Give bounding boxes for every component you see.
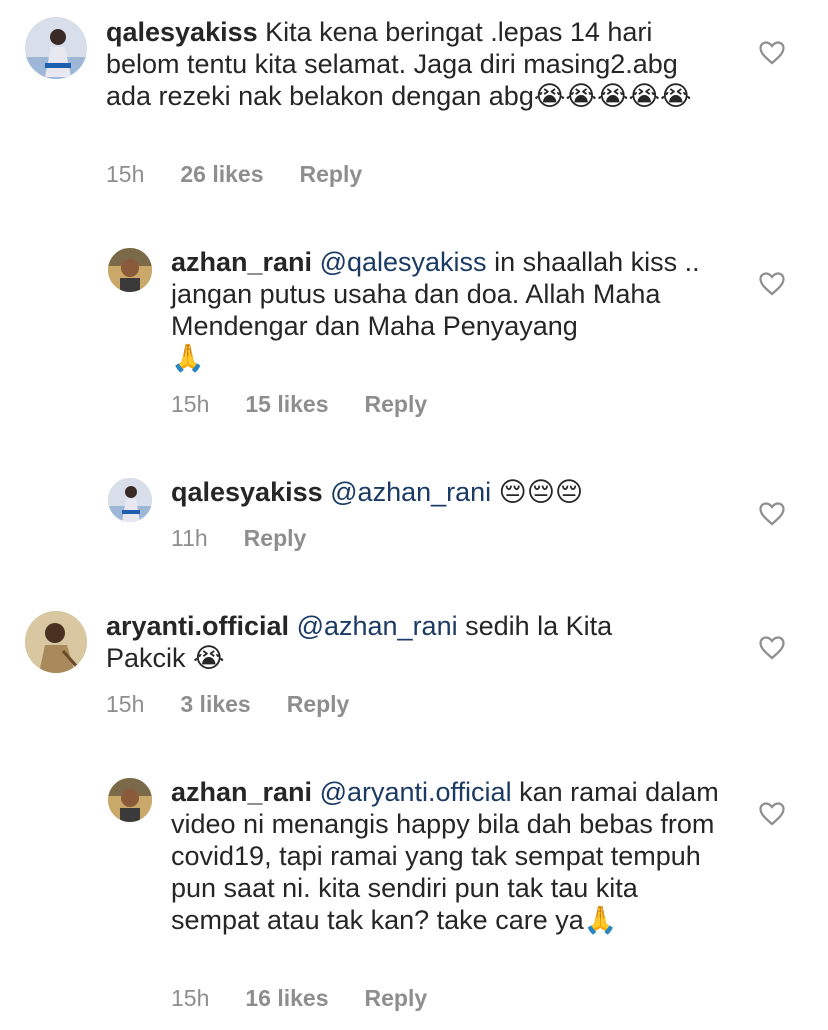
comment-time: 15h <box>106 161 145 187</box>
mention-link[interactable]: @azhan_rani <box>297 611 458 641</box>
comment-likes[interactable]: 3 likes <box>180 691 250 718</box>
comment-username[interactable]: azhan_rani <box>171 777 312 807</box>
mention-link[interactable]: @azhan_rani <box>330 477 491 507</box>
profile-photo-icon <box>25 17 87 79</box>
profile-photo-icon <box>108 248 152 292</box>
pensive-face-emoji-icon: 😔😔😔 <box>498 477 584 507</box>
crying-face-emoji-icon: 😭😭😭😭😭 <box>533 81 692 111</box>
heart-outline-icon[interactable] <box>759 41 785 65</box>
comment-text: qalesyakiss @azhan_rani 😔😔😔 <box>171 476 721 508</box>
comment-likes[interactable]: 16 likes <box>245 985 328 1012</box>
heart-outline-icon[interactable] <box>759 272 785 296</box>
comment-time: 11h <box>171 525 208 551</box>
comment-time: 15h <box>106 691 145 717</box>
comment-meta: 15h 16 likes Reply <box>171 985 463 1012</box>
comment-text: qalesyakiss Kita kena beringat .lepas 14… <box>106 16 696 112</box>
comment-meta: 15h 3 likes Reply <box>106 691 385 718</box>
comment-meta: 15h 15 likes Reply <box>171 391 463 418</box>
comment-text: azhan_rani @aryanti.official kan ramai d… <box>171 776 721 936</box>
comment-text: azhan_rani @qalesyakiss in shaallah kiss… <box>171 246 721 374</box>
comment-likes[interactable]: 26 likes <box>180 161 263 188</box>
avatar[interactable] <box>108 478 152 522</box>
profile-photo-icon <box>108 778 152 822</box>
folded-hands-emoji-icon: 🙏 <box>583 905 618 935</box>
mention-link[interactable]: @qalesyakiss <box>320 247 487 277</box>
avatar[interactable] <box>25 17 87 79</box>
crying-face-emoji-icon: 😭 <box>193 643 225 673</box>
folded-hands-emoji-icon: 🙏 <box>171 343 205 373</box>
heart-outline-icon[interactable] <box>759 636 785 660</box>
comment-username[interactable]: azhan_rani <box>171 247 312 277</box>
comment-text: aryanti.official @azhan_rani sedih la Ki… <box>106 610 696 674</box>
mention-link[interactable]: @aryanti.official <box>320 777 512 807</box>
reply-button[interactable]: Reply <box>365 985 428 1012</box>
reply-button[interactable]: Reply <box>244 525 307 552</box>
comment-username[interactable]: qalesyakiss <box>171 477 323 507</box>
heart-outline-icon[interactable] <box>759 502 785 526</box>
profile-photo-icon <box>108 478 152 522</box>
comment-time: 15h <box>171 985 210 1011</box>
avatar[interactable] <box>108 248 152 292</box>
comment-meta: 15h 26 likes Reply <box>106 161 398 188</box>
comment-likes[interactable]: 15 likes <box>245 391 328 418</box>
comment-username[interactable]: aryanti.official <box>106 611 289 641</box>
comment-username[interactable]: qalesyakiss <box>106 17 258 47</box>
avatar[interactable] <box>108 778 152 822</box>
heart-outline-icon[interactable] <box>759 802 785 826</box>
comment-meta: 11h Reply <box>171 525 342 552</box>
profile-photo-icon <box>25 611 87 673</box>
reply-button[interactable]: Reply <box>300 161 363 188</box>
reply-button[interactable]: Reply <box>287 691 350 718</box>
avatar[interactable] <box>25 611 87 673</box>
reply-button[interactable]: Reply <box>365 391 428 418</box>
comment-time: 15h <box>171 391 210 417</box>
